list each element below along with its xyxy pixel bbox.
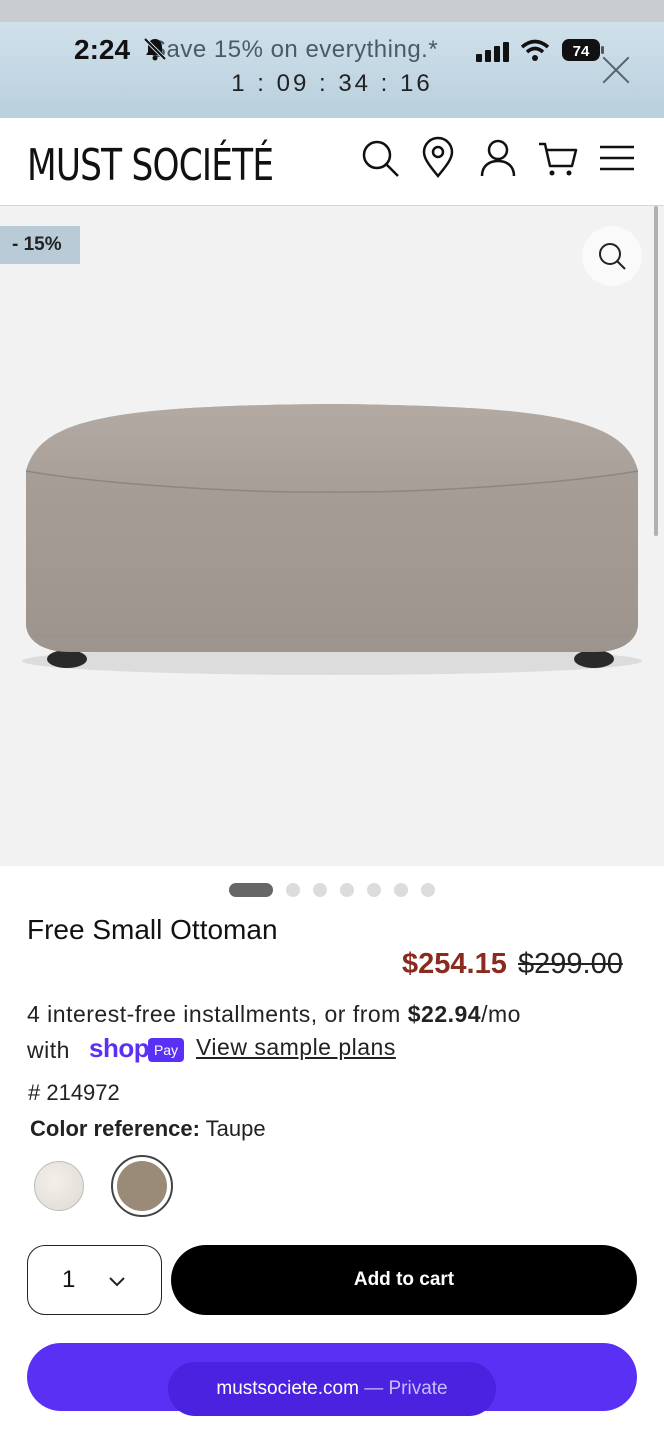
product-image-gallery[interactable]: - 15%	[0, 206, 664, 866]
quantity-select[interactable]: 1	[27, 1245, 162, 1315]
color-reference-label: Color reference:	[30, 1116, 200, 1141]
bell-slash-icon	[143, 37, 167, 61]
promo-text: Save 15% on everything.*	[150, 36, 439, 63]
installments-suffix: /mo	[481, 1001, 521, 1027]
store-locator-icon[interactable]	[416, 136, 460, 180]
pagination-dot-2[interactable]	[286, 883, 300, 897]
view-sample-plans-link[interactable]: View sample plans	[196, 1034, 396, 1061]
pagination-dot-1[interactable]	[229, 883, 273, 897]
battery-icon: 74	[562, 38, 606, 62]
cart-icon[interactable]	[536, 136, 580, 180]
color-reference-value: Taupe	[205, 1116, 266, 1141]
ottoman-image	[22, 404, 642, 675]
product-title: Free Small Ottoman	[27, 914, 278, 945]
product-sku: # 214972	[28, 1080, 120, 1105]
installments-amount: $22.94	[407, 1001, 482, 1027]
site-header: MUST SOCIÉTÉ	[0, 118, 664, 206]
cellular-signal-icon	[476, 42, 509, 62]
image-pagination	[0, 880, 664, 900]
sale-price: $254.15	[402, 948, 507, 980]
top-strip	[0, 0, 664, 22]
pagination-dot-3[interactable]	[313, 883, 327, 897]
installments-prefix: 4 interest-free installments, or from	[27, 1001, 408, 1027]
pagination-dot-7[interactable]	[421, 883, 435, 897]
shop-pay-badge: Pay	[148, 1038, 184, 1062]
product-page: Save 15% on everything.* 1 : 09 : 34 : 1…	[0, 0, 664, 1440]
battery-level: 74	[573, 43, 590, 60]
quantity-value: 1	[62, 1266, 76, 1293]
chevron-down-icon	[109, 1277, 125, 1287]
private-browsing-label: — Private	[358, 1378, 448, 1399]
wifi-icon	[520, 39, 550, 61]
add-to-cart-button[interactable]: Add to cart	[171, 1245, 637, 1315]
search-icon[interactable]	[358, 136, 402, 180]
pagination-dot-6[interactable]	[394, 883, 408, 897]
shop-pay-logo: shop	[89, 1033, 150, 1063]
installments-with: with	[27, 1037, 70, 1063]
color-swatch-ivory[interactable]	[34, 1161, 84, 1211]
site-logo[interactable]: MUST SOCIÉTÉ	[27, 140, 274, 191]
url-domain: mustsociete.com	[216, 1378, 359, 1399]
pagination-dot-5[interactable]	[367, 883, 381, 897]
color-swatch-taupe[interactable]	[117, 1161, 167, 1211]
color-reference: Color reference: Taupe	[30, 1116, 266, 1142]
original-price: $299.00	[518, 948, 623, 980]
promo-countdown: 1 : 09 : 34 : 16	[231, 70, 433, 97]
page-scrollbar[interactable]	[654, 206, 658, 536]
browser-url-bar[interactable]: mustsociete.com — Private	[168, 1362, 496, 1416]
status-time: 2:24	[74, 34, 131, 65]
account-icon[interactable]	[476, 136, 520, 180]
menu-icon[interactable]	[596, 136, 640, 180]
pagination-dot-4[interactable]	[340, 883, 354, 897]
